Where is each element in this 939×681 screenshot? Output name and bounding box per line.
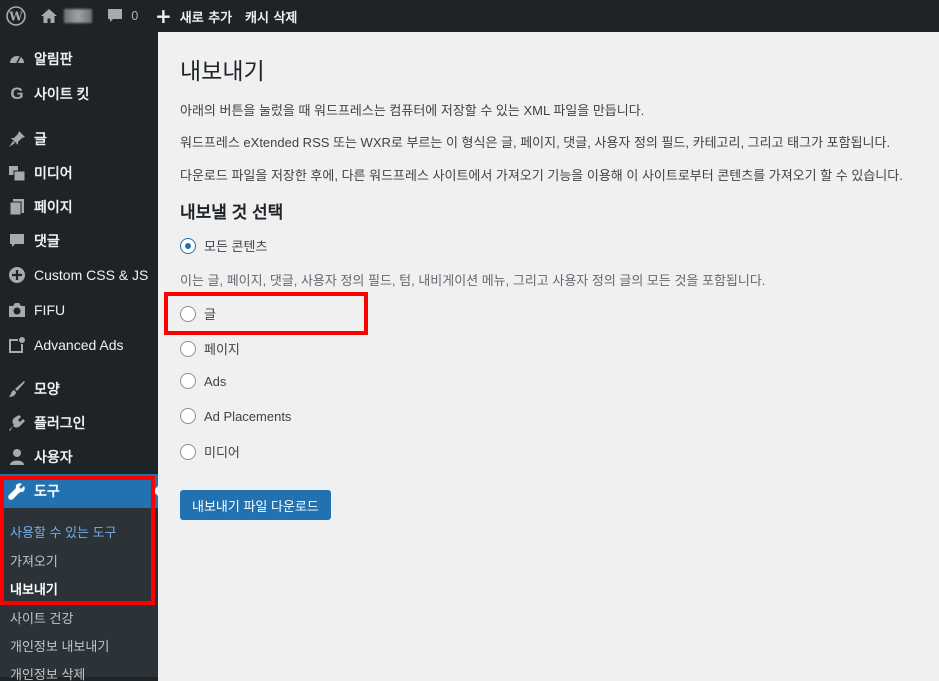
menu-custom-css-js-label: Custom CSS & JS [34, 267, 149, 283]
comment-count: 0 [131, 9, 139, 23]
home-icon [41, 9, 57, 23]
plus-icon: + [155, 4, 172, 28]
radio-button[interactable] [180, 373, 196, 389]
dashboard-icon [0, 50, 34, 68]
description-1: 아래의 버튼을 눌렀을 때 워드프레스는 컴퓨터에 저장할 수 있는 XML 파… [180, 103, 645, 118]
menu-advanced-ads[interactable]: Advanced Ads [0, 328, 158, 362]
submenu-site-health[interactable]: 사이트 건강 [10, 608, 73, 627]
plugin-icon [0, 414, 34, 432]
menu-pages-label: 페이지 [34, 199, 73, 215]
menu-posts[interactable]: 글 [0, 122, 158, 156]
menu-media-label: 미디어 [34, 165, 73, 181]
radio-pages-label: 페이지 [204, 342, 240, 357]
menu-custom-css-js[interactable]: Custom CSS & JS [0, 258, 158, 292]
new-content-menu[interactable]: + 새로 추가 [155, 0, 232, 32]
wordpress-logo-icon[interactable]: W [0, 0, 32, 32]
menu-site-kit-label: 사이트 킷 [34, 86, 90, 102]
page-icon [0, 198, 34, 216]
submenu-export[interactable]: 내보내기 [10, 579, 58, 598]
site-name-blurred [64, 9, 92, 23]
comments-link[interactable]: 0 [107, 0, 139, 32]
description-2: 워드프레스 eXtended RSS 또는 WXR로 부르는 이 형식은 글, … [180, 135, 891, 150]
menu-tools[interactable]: 도구 [0, 474, 159, 508]
radio-button[interactable] [180, 408, 196, 424]
radio-button[interactable] [180, 305, 196, 322]
menu-comments-label: 댓글 [34, 233, 60, 249]
comment-icon [0, 233, 34, 249]
submenu-import[interactable]: 가져오기 [10, 551, 58, 570]
menu-users[interactable]: 사용자 [0, 440, 158, 474]
radio-media-label: 미디어 [204, 445, 240, 460]
menu-site-kit[interactable]: G 사이트 킷 [0, 77, 158, 111]
wrench-icon [0, 482, 34, 500]
menu-dashboard[interactable]: 알림판 [0, 42, 158, 76]
menu-fifu[interactable]: FIFU [0, 293, 158, 327]
pin-icon [0, 130, 34, 148]
menu-plugins[interactable]: 플러그인 [0, 406, 158, 440]
radio-button[interactable] [180, 443, 196, 460]
admin-bar: W 0 + 새로 추가 캐시 삭제 [0, 0, 939, 32]
camera-icon [0, 302, 34, 318]
menu-fifu-label: FIFU [34, 302, 66, 318]
submenu-available-tools[interactable]: 사용할 수 있는 도구 [10, 522, 117, 541]
radio-pages[interactable]: 페이지 [180, 339, 240, 358]
radio-ads-label: Ads [204, 373, 227, 389]
media-icon [0, 164, 34, 182]
radio-ads[interactable]: Ads [180, 373, 226, 389]
menu-comments[interactable]: 댓글 [0, 224, 158, 258]
menu-plugins-label: 플러그인 [34, 415, 86, 431]
menu-media[interactable]: 미디어 [0, 156, 158, 190]
brush-icon [0, 380, 34, 398]
description-3: 다운로드 파일을 저장한 후에, 다른 워드프레스 사이트에서 가져오기 기능을… [180, 168, 903, 183]
svg-text:W: W [8, 10, 23, 24]
tools-submenu: 사용할 수 있는 도구 가져오기 내보내기 사이트 건강 개인정보 내보내기 개… [0, 508, 158, 681]
radio-ad-placements-label: Ad Placements [204, 408, 292, 424]
radio-media[interactable]: 미디어 [180, 442, 240, 461]
menu-appearance-label: 모양 [34, 381, 60, 397]
submenu-export-personal-data[interactable]: 개인정보 내보내기 [10, 636, 109, 655]
menu-appearance[interactable]: 모양 [0, 372, 158, 406]
radio-all-content[interactable]: 모든 콘텐츠 [180, 236, 267, 255]
g-icon: G [10, 84, 24, 103]
radio-all-content-label: 모든 콘텐츠 [204, 239, 268, 254]
site-home-link[interactable] [40, 0, 92, 32]
radio-posts-label: 글 [204, 307, 216, 322]
admin-sidebar: 알림판 G 사이트 킷 글 미디어 페이지 댓글 Custom CSS & JS… [0, 32, 159, 681]
menu-posts-label: 글 [34, 131, 47, 147]
menu-pages[interactable]: 페이지 [0, 190, 158, 224]
radio-button-checked[interactable] [180, 237, 196, 254]
radio-posts[interactable]: 글 [180, 304, 216, 323]
menu-users-label: 사용자 [34, 449, 73, 465]
clear-cache-button[interactable]: 캐시 삭제 [245, 0, 297, 32]
download-export-file-button[interactable]: 내보내기 파일 다운로드 [180, 490, 331, 520]
radio-button[interactable] [180, 340, 196, 357]
user-icon [0, 448, 34, 466]
plus-circle-icon [0, 266, 34, 284]
radio-ad-placements[interactable]: Ad Placements [180, 408, 291, 424]
page-title: 내보내기 [180, 58, 265, 84]
section-title: 내보낼 것 선택 [180, 203, 284, 222]
ads-icon [0, 336, 34, 354]
menu-tools-label: 도구 [34, 483, 60, 499]
all-content-help-text: 이는 글, 페이지, 댓글, 사용자 정의 필드, 텀, 내비게이션 메뉴, 그… [180, 273, 766, 288]
new-content-label: 새로 추가 [179, 10, 233, 26]
submenu-erase-personal-data[interactable]: 개인정보 삭제 [10, 664, 85, 681]
menu-advanced-ads-label: Advanced Ads [34, 337, 124, 353]
comment-bubble-icon [108, 9, 122, 22]
menu-dashboard-label: 알림판 [34, 51, 73, 67]
